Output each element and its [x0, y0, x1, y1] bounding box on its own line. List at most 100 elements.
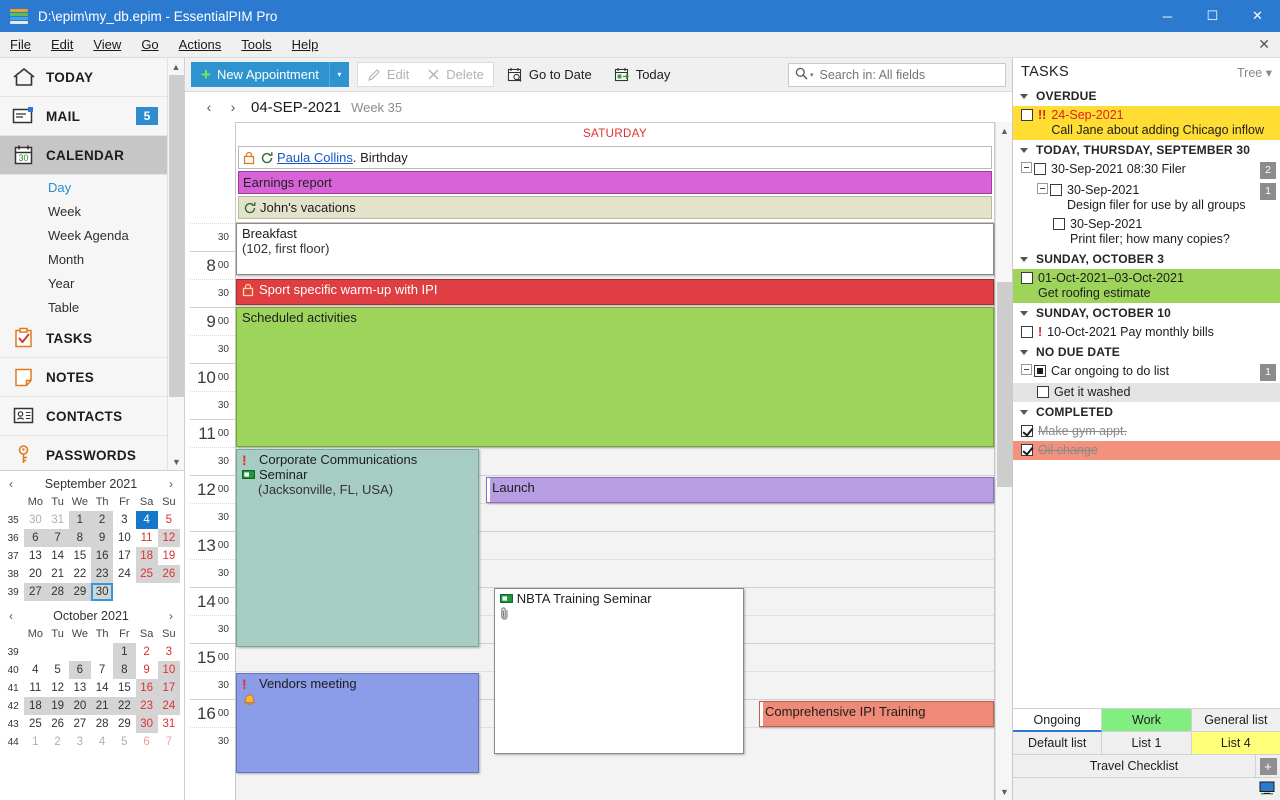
- task-checkbox[interactable]: [1037, 386, 1049, 398]
- mini-cal-day[interactable]: [158, 583, 180, 601]
- mini-cal-next-button[interactable]: ›: [162, 477, 180, 491]
- mini-cal-day[interactable]: 7: [158, 733, 180, 751]
- mini-cal-day[interactable]: 4: [24, 661, 46, 679]
- mini-cal-day[interactable]: [24, 643, 46, 661]
- sidebar-scrollbar[interactable]: ▲ ▼: [167, 58, 184, 470]
- calendar-scroll-thumb[interactable]: [997, 282, 1012, 487]
- mini-cal-day[interactable]: 1: [113, 643, 135, 661]
- menu-actions[interactable]: Actions: [169, 34, 232, 55]
- mini-cal-day[interactable]: 13: [69, 679, 91, 697]
- mini-cal-prev-button[interactable]: ‹: [2, 477, 20, 491]
- calendar-view-week[interactable]: Week: [0, 199, 168, 223]
- prev-day-button[interactable]: ‹: [197, 99, 221, 115]
- mini-cal-day[interactable]: 3: [158, 643, 180, 661]
- mini-cal-day[interactable]: 17: [113, 547, 135, 565]
- mini-cal-day[interactable]: 6: [69, 661, 91, 679]
- scroll-down-icon[interactable]: ▼: [168, 453, 184, 470]
- task-item[interactable]: 01-Oct-2021–03-Oct-2021Get roofing estim…: [1013, 269, 1280, 303]
- mini-cal-day[interactable]: 8: [113, 661, 135, 679]
- mini-cal-day[interactable]: [91, 643, 113, 661]
- task-item[interactable]: Oil change: [1013, 441, 1280, 460]
- mini-cal-day[interactable]: 13: [24, 547, 46, 565]
- calendar-event[interactable]: NBTA Training Seminar: [494, 588, 744, 754]
- close-tab-icon[interactable]: ✕: [1258, 36, 1270, 53]
- mini-cal-day[interactable]: 5: [47, 661, 69, 679]
- mini-cal-day[interactable]: 24: [158, 697, 180, 715]
- task-item[interactable]: 30-Sep-2021Print filer; how many copies?: [1013, 215, 1280, 249]
- mini-cal-day[interactable]: 28: [91, 715, 113, 733]
- mini-cal-day[interactable]: 4: [91, 733, 113, 751]
- mini-cal-day[interactable]: 18: [24, 697, 46, 715]
- goto-date-button[interactable]: Go to Date: [498, 62, 601, 87]
- mini-cal-day[interactable]: 7: [47, 529, 69, 547]
- sidebar-item-today[interactable]: TODAY: [0, 58, 168, 97]
- contact-link[interactable]: Paula Collins: [277, 150, 353, 165]
- mini-cal-day[interactable]: 10: [158, 661, 180, 679]
- menu-help[interactable]: Help: [282, 34, 329, 55]
- all-day-event[interactable]: Paula Collins. Birthday: [238, 146, 992, 169]
- mini-cal-day[interactable]: 23: [91, 565, 113, 583]
- menu-go[interactable]: Go: [131, 34, 168, 55]
- calendar-view-year[interactable]: Year: [0, 271, 168, 295]
- task-checkbox[interactable]: [1021, 109, 1033, 121]
- search-box[interactable]: ▾: [788, 63, 1006, 87]
- task-group-header[interactable]: NO DUE DATE: [1013, 342, 1280, 362]
- mini-cal-day[interactable]: 2: [47, 733, 69, 751]
- mini-cal-day[interactable]: 16: [136, 679, 158, 697]
- mini-cal-day[interactable]: 16: [91, 547, 113, 565]
- mini-cal-day[interactable]: 5: [158, 511, 180, 529]
- all-day-event[interactable]: John's vacations: [238, 196, 992, 219]
- close-button[interactable]: ✕: [1235, 0, 1280, 32]
- calendar-view-table[interactable]: Table: [0, 295, 168, 319]
- maximize-button[interactable]: ☐: [1190, 0, 1235, 32]
- sidebar-scroll-thumb[interactable]: [169, 75, 184, 397]
- task-item[interactable]: 30-Sep-2021Design filer for use by all g…: [1013, 181, 1280, 215]
- mini-cal-day[interactable]: 30: [136, 715, 158, 733]
- mini-cal-day[interactable]: 18: [136, 547, 158, 565]
- mini-cal-day[interactable]: 9: [136, 661, 158, 679]
- calendar-scroll-up-icon[interactable]: ▲: [996, 122, 1012, 139]
- mini-cal-day[interactable]: 30: [24, 511, 46, 529]
- task-checkbox[interactable]: [1053, 218, 1065, 230]
- mini-cal-day[interactable]: 29: [69, 583, 91, 601]
- task-item[interactable]: !10-Oct-2021 Pay monthly bills: [1013, 323, 1280, 342]
- mini-cal-day[interactable]: 12: [47, 679, 69, 697]
- mini-cal-day[interactable]: 27: [69, 715, 91, 733]
- mini-cal-day[interactable]: 25: [136, 565, 158, 583]
- task-expander-toggle[interactable]: [1037, 183, 1048, 194]
- mini-cal-day[interactable]: 4: [136, 511, 158, 529]
- mini-cal-day[interactable]: 12: [158, 529, 180, 547]
- task-list-tab-list-1[interactable]: List 1: [1102, 732, 1191, 755]
- task-list-tab-list-4[interactable]: List 4: [1192, 732, 1280, 755]
- mini-cal-day[interactable]: 1: [24, 733, 46, 751]
- task-list-tab-ongoing[interactable]: Ongoing: [1013, 709, 1102, 732]
- mini-cal-day[interactable]: 15: [69, 547, 91, 565]
- mini-cal-day[interactable]: 15: [113, 679, 135, 697]
- task-item[interactable]: Make gym appt.: [1013, 422, 1280, 441]
- sidebar-item-contacts[interactable]: CONTACTS: [0, 397, 168, 436]
- task-checkbox[interactable]: [1034, 365, 1046, 377]
- minimize-button[interactable]: ─: [1145, 0, 1190, 32]
- task-group-header[interactable]: COMPLETED: [1013, 402, 1280, 422]
- calendar-event[interactable]: !Vendors meeting: [236, 673, 479, 773]
- task-item[interactable]: 30-Sep-2021 08:30 Filer2: [1013, 160, 1280, 181]
- calendar-view-day[interactable]: Day: [0, 175, 168, 199]
- task-checkbox[interactable]: [1021, 272, 1033, 284]
- mini-cal-day[interactable]: 28: [47, 583, 69, 601]
- mini-cal-day[interactable]: [136, 583, 158, 601]
- mini-cal-day[interactable]: 31: [47, 511, 69, 529]
- mini-cal-day[interactable]: 3: [69, 733, 91, 751]
- mini-cal-day[interactable]: 29: [113, 715, 135, 733]
- menu-view[interactable]: View: [83, 34, 131, 55]
- add-task-list-button[interactable]: +: [1256, 755, 1280, 778]
- mini-cal-day[interactable]: 17: [158, 679, 180, 697]
- mini-cal-day[interactable]: 19: [158, 547, 180, 565]
- mini-cal-day[interactable]: 6: [24, 529, 46, 547]
- sidebar-item-mail[interactable]: MAIL5: [0, 97, 168, 136]
- mini-cal-day[interactable]: 19: [47, 697, 69, 715]
- new-appointment-dropdown[interactable]: ▾: [329, 62, 349, 87]
- task-checkbox[interactable]: [1021, 425, 1033, 437]
- mini-cal-day[interactable]: 31: [158, 715, 180, 733]
- mini-cal-day[interactable]: 7: [91, 661, 113, 679]
- mini-cal-day[interactable]: 21: [47, 565, 69, 583]
